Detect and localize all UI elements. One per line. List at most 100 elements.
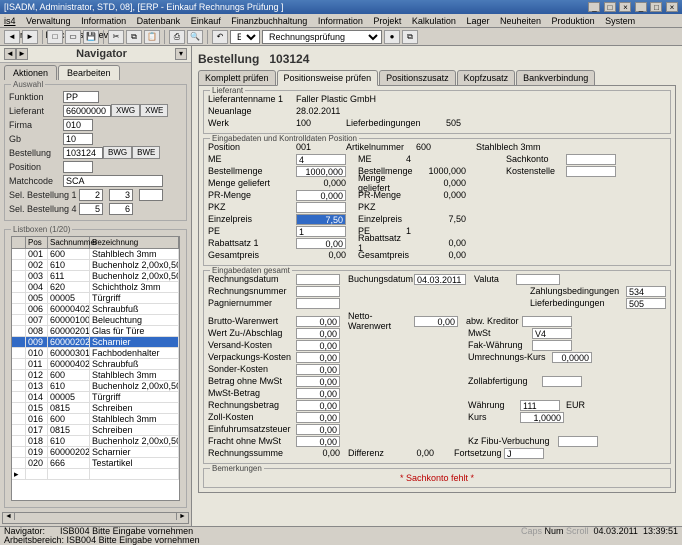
bwe-button[interactable]: BWE [132,146,160,159]
xwg-button[interactable]: XWG [111,104,140,117]
menu-kalk[interactable]: Kalkulation [412,16,456,26]
table-row[interactable]: 0150815Schreiben [12,403,179,414]
matchcode-input[interactable] [63,175,163,187]
tab-komplett[interactable]: Komplett prüfen [198,70,276,86]
bestellung-input[interactable] [63,147,103,159]
col-bezeichnung[interactable]: Bezeichnung [90,237,179,248]
sachkonto-input[interactable] [566,154,616,165]
undo-icon[interactable]: ↶ [212,30,228,44]
paste-icon[interactable]: 📋 [144,30,160,44]
preview-icon[interactable]: 🔍 [187,30,203,44]
close-icon[interactable]: × [619,2,631,12]
open-icon[interactable]: ▭ [65,30,81,44]
valuta-input[interactable] [516,274,560,285]
kzfibu-input[interactable] [558,436,598,447]
table-row[interactable]: 016600Stahlblech 3mm [12,414,179,425]
position-grid[interactable]: Pos Sachnummer Bezeichnung 001600Stahlbl… [11,236,180,501]
close2-icon[interactable]: × [666,2,678,12]
menu-einkauf[interactable]: Einkauf [191,16,221,26]
table-row[interactable]: 018610Buchenholz 2,00x0,50 [12,436,179,447]
table-row[interactable]: 001600Stahlblech 3mm [12,249,179,260]
kostenstelle-input[interactable] [566,166,616,177]
wertzu-input[interactable]: 0,00 [296,328,340,339]
table-row[interactable]: 012600Stahlblech 3mm [12,370,179,381]
fort-input[interactable]: J [504,448,544,459]
gb-input[interactable] [63,133,93,145]
go-icon[interactable]: ● [384,30,400,44]
nav-hscroll[interactable] [2,512,189,524]
xwe-button[interactable]: XWE [140,104,168,117]
menu-neuheiten[interactable]: Neuheiten [500,16,541,26]
lieferant-input[interactable] [63,105,111,117]
zoll-input[interactable] [542,376,582,387]
module-combo[interactable]: ERP [230,30,260,44]
menu-lager[interactable]: Lager [466,16,489,26]
sel1a-input[interactable] [79,189,103,201]
copy-icon[interactable]: ⧉ [126,30,142,44]
menu-system[interactable]: System [605,16,635,26]
table-row[interactable]: 002610Buchenholz 2,00x0,50 [12,260,179,271]
menu-produktion[interactable]: Produktion [552,16,595,26]
minimize-icon[interactable]: _ [588,2,600,12]
table-row[interactable]: 00860000201Glas für Türe [12,326,179,337]
menu-datenbank[interactable]: Datenbank [137,16,181,26]
table-row[interactable]: 01160000402Schraubfuß [12,359,179,370]
menu-projekt[interactable]: Projekt [373,16,401,26]
menu-is4[interactable]: is4 [4,16,16,26]
sel2b-input[interactable] [109,203,133,215]
sel2a-input[interactable] [79,203,103,215]
pagnr-input[interactable] [296,298,340,309]
tab-bearbeiten[interactable]: Bearbeiten [58,65,120,80]
maximize2-icon[interactable]: □ [650,2,662,12]
me-a-input[interactable]: 4 [296,154,346,165]
table-row[interactable]: 01060000301Fachbodenhalter [12,348,179,359]
table-row[interactable]: 0170815Schreiben [12,425,179,436]
table-row[interactable]: 01960000202Scharnier [12,447,179,458]
tab-poszusatz[interactable]: Positionszusatz [379,70,456,86]
abwkred-input[interactable] [522,316,572,327]
frachtohne-input[interactable]: 0,00 [296,436,340,447]
tab-positionsweise[interactable]: Positionsweise prüfen [277,70,379,86]
pe-input[interactable]: 1 [296,226,346,237]
toolbar-btn-1[interactable]: ◄ [4,30,20,44]
verpack-input[interactable]: 0,00 [296,352,340,363]
minimize2-icon[interactable]: _ [635,2,647,12]
table-row[interactable]: 00500005Türgriff [12,293,179,304]
brutto-input[interactable]: 0,00 [296,316,340,327]
print-icon[interactable]: ⎙ [169,30,185,44]
buchdat-input[interactable]: 04.03.2011 [414,274,466,285]
prmenge-input[interactable]: 0,000 [296,190,346,201]
table-row[interactable]: 020666Testartikel [12,458,179,469]
firma-input[interactable] [63,119,93,131]
table-row[interactable]: 003611Buchenholz 2,00x0,50 611 [12,271,179,282]
sel1c-input[interactable] [139,189,163,201]
toolbar-btn-2[interactable]: ► [22,30,38,44]
waehr-input[interactable]: 111 [520,400,560,411]
kurs-input[interactable]: 1,0000 [520,412,564,423]
netto-input[interactable]: 0,00 [414,316,458,327]
einzelpreis-input[interactable]: 7,50 [296,214,346,225]
maximize-icon[interactable]: □ [604,2,616,12]
lieferbed-input[interactable]: 505 [626,298,666,309]
pkz-input[interactable] [296,202,346,213]
versand-input[interactable]: 0,00 [296,340,340,351]
table-row[interactable]: 01400005Türgriff [12,392,179,403]
umrech-input[interactable]: 0,0000 [552,352,592,363]
copy2-icon[interactable]: ⧉ [402,30,418,44]
menu-finanz[interactable]: Finanzbuchhaltung [231,16,307,26]
fakw-input[interactable] [532,340,572,351]
rechnr-input[interactable] [296,286,340,297]
tab-bank[interactable]: Bankverbindung [516,70,595,86]
rechdat-input[interactable] [296,274,340,285]
table-row[interactable]: 00960000202Scharnier [12,337,179,348]
funktion-input[interactable] [63,91,99,103]
menu-info2[interactable]: Information [318,16,363,26]
position-input[interactable] [63,161,93,173]
rabatt-input[interactable]: 0,00 [296,238,346,249]
mwst-input[interactable]: V4 [532,328,572,339]
menu-verwaltung[interactable]: Verwaltung [26,16,71,26]
einfuhr-input[interactable]: 0,00 [296,424,340,435]
col-pos[interactable]: Pos [26,237,48,248]
save-icon[interactable]: 💾 [83,30,99,44]
nav-prev-icon[interactable]: ◄ [4,48,16,60]
